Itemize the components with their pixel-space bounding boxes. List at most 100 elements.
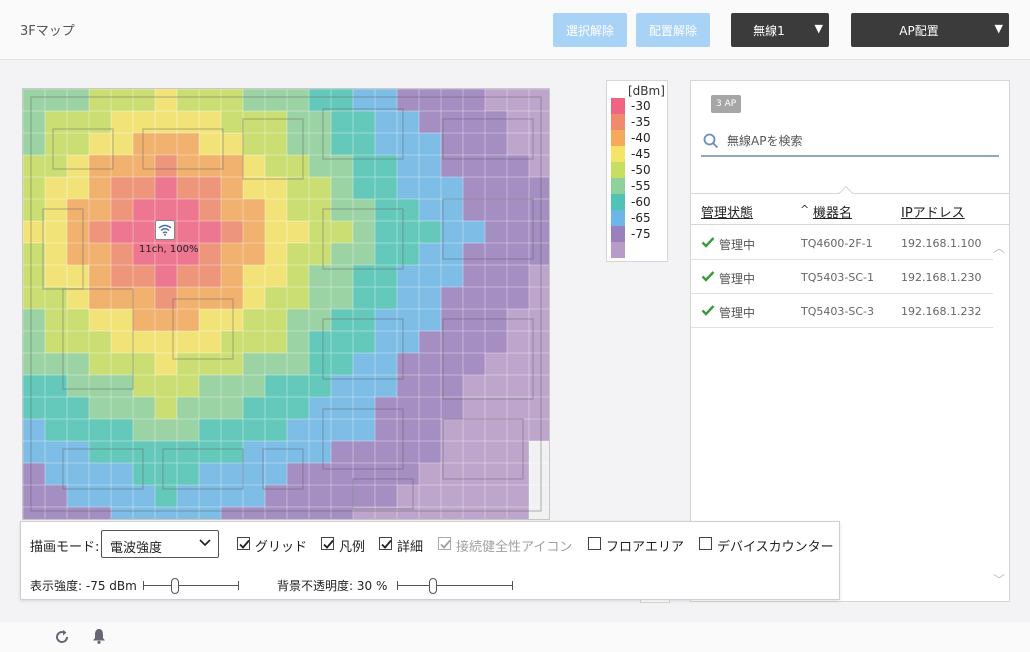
heatmap-cell [353, 111, 375, 133]
heatmap-cell [485, 155, 507, 177]
legend-checkbox[interactable]: 凡例 [321, 536, 381, 555]
draw-mode-select[interactable]: 電波強度 [101, 530, 219, 558]
heatmap-cell [529, 331, 549, 353]
heatmap-cell [441, 507, 463, 519]
heatmap-cell [199, 397, 221, 419]
heatmap-cell [265, 353, 287, 375]
grid-checkbox[interactable]: グリッド [237, 536, 327, 555]
heatmap-cell [111, 463, 133, 485]
heatmap-cell [89, 265, 111, 287]
heatmap-cell [287, 265, 309, 287]
heatmap-cell [287, 331, 309, 353]
heatmap-cell [243, 133, 265, 155]
heatmap-cell [463, 111, 485, 133]
ap-ip-address: 192.168.1.230 [901, 271, 982, 284]
heatmap-cell [287, 133, 309, 155]
heatmap-cell [331, 177, 353, 199]
bg-opacity-slider[interactable] [397, 578, 513, 594]
heatmap-cell [23, 265, 45, 287]
draw-mode-value: 電波強度 [110, 541, 163, 556]
column-status[interactable]: 管理状態 [701, 202, 753, 221]
grid-checkbox-label: グリッド [255, 540, 308, 555]
heatmap-cell [507, 265, 529, 287]
heatmap-cell [155, 133, 177, 155]
ap-place-dropdown[interactable]: AP配置 ▼ [851, 13, 1009, 47]
refresh-icon[interactable] [54, 629, 70, 645]
heatmap-cell [441, 221, 463, 243]
heatmap-cell [397, 155, 419, 177]
heatmap-cell [177, 353, 199, 375]
heatmap-cell [287, 419, 309, 441]
ap-table-row[interactable]: 管理中 TQ5403-SC-1 192.168.1.230 [691, 260, 993, 294]
heatmap-cell [375, 485, 397, 507]
heatmap-cell [375, 419, 397, 441]
heatmap-cell [529, 441, 549, 463]
heatmap-cell [155, 309, 177, 331]
floor-area-checkbox[interactable]: フロアエリア [588, 536, 693, 555]
column-device-name[interactable]: 機器名 [813, 202, 852, 221]
heatmap-cell [419, 375, 441, 397]
heatmap-cell [199, 507, 221, 519]
heatmap-cell [45, 419, 67, 441]
heatmap-cell [221, 463, 243, 485]
heatmap-cell [265, 155, 287, 177]
heatmap-cell [111, 375, 133, 397]
heatmap-cell [199, 177, 221, 199]
radio-select-dropdown[interactable]: 無線1 ▼ [731, 13, 829, 47]
legend-row: -30 [611, 98, 667, 114]
device-counter-checkbox[interactable]: デバイスカウンター [699, 536, 834, 555]
slider-thumb[interactable] [171, 578, 179, 594]
heatmap-cell [243, 309, 265, 331]
ap-marker[interactable] [155, 220, 175, 240]
display-strength-slider[interactable] [143, 578, 239, 594]
ap-place-label: AP配置 [899, 24, 939, 38]
heatmap-cell [243, 485, 265, 507]
heatmap-cell [529, 287, 549, 309]
checkbox-box [379, 537, 392, 550]
heatmap-cell [397, 463, 419, 485]
heatmap-cell [221, 221, 243, 243]
floor-heatmap[interactable]: 11ch, 100% [22, 88, 550, 520]
heatmap-cell [155, 507, 177, 519]
heatmap-cell [463, 397, 485, 419]
heatmap-cell [375, 199, 397, 221]
scroll-up-icon[interactable]: ︿ [993, 239, 1005, 256]
heatmap-cell [265, 177, 287, 199]
ap-count-badge: 3 AP [711, 95, 742, 113]
unplace-button[interactable]: 配置解除 [636, 13, 710, 47]
heatmap-cell [133, 485, 155, 507]
heatmap-cell [89, 463, 111, 485]
heatmap-cell [67, 441, 89, 463]
ap-search-input[interactable] [725, 130, 995, 152]
heatmap-cell [309, 221, 331, 243]
heatmap-cell [485, 221, 507, 243]
heatmap-cell [441, 287, 463, 309]
scroll-down-icon[interactable]: ﹀ [993, 571, 1005, 588]
ap-table-row[interactable]: 管理中 TQ4600-2F-1 192.168.1.100 [691, 226, 993, 260]
heatmap-cell [133, 89, 155, 111]
heatmap-canvas[interactable] [23, 89, 550, 520]
column-ip-address[interactable]: IPアドレス [901, 202, 965, 221]
heatmap-cell [67, 507, 89, 519]
heatmap-cell [221, 133, 243, 155]
heatmap-cell [133, 331, 155, 353]
bell-icon[interactable] [92, 628, 106, 644]
heatmap-cell [23, 177, 45, 199]
heatmap-cell [463, 155, 485, 177]
detail-checkbox[interactable]: 詳細 [379, 536, 439, 555]
heatmap-cell [485, 397, 507, 419]
heatmap-cell [177, 463, 199, 485]
heatmap-cell [221, 89, 243, 111]
heatmap-cell [23, 463, 45, 485]
heatmap-cell [463, 199, 485, 221]
heatmap-cell [67, 221, 89, 243]
heatmap-cell [199, 243, 221, 265]
heatmap-cell [529, 507, 549, 519]
legend-row: -50 [611, 162, 667, 178]
ap-table-row[interactable]: 管理中 TQ5403-SC-3 192.168.1.232 [691, 294, 993, 328]
heatmap-cell [199, 133, 221, 155]
deselect-button[interactable]: 選択解除 [553, 13, 627, 47]
heatmap-cell [265, 89, 287, 111]
heatmap-cell [67, 243, 89, 265]
slider-thumb[interactable] [429, 578, 437, 594]
